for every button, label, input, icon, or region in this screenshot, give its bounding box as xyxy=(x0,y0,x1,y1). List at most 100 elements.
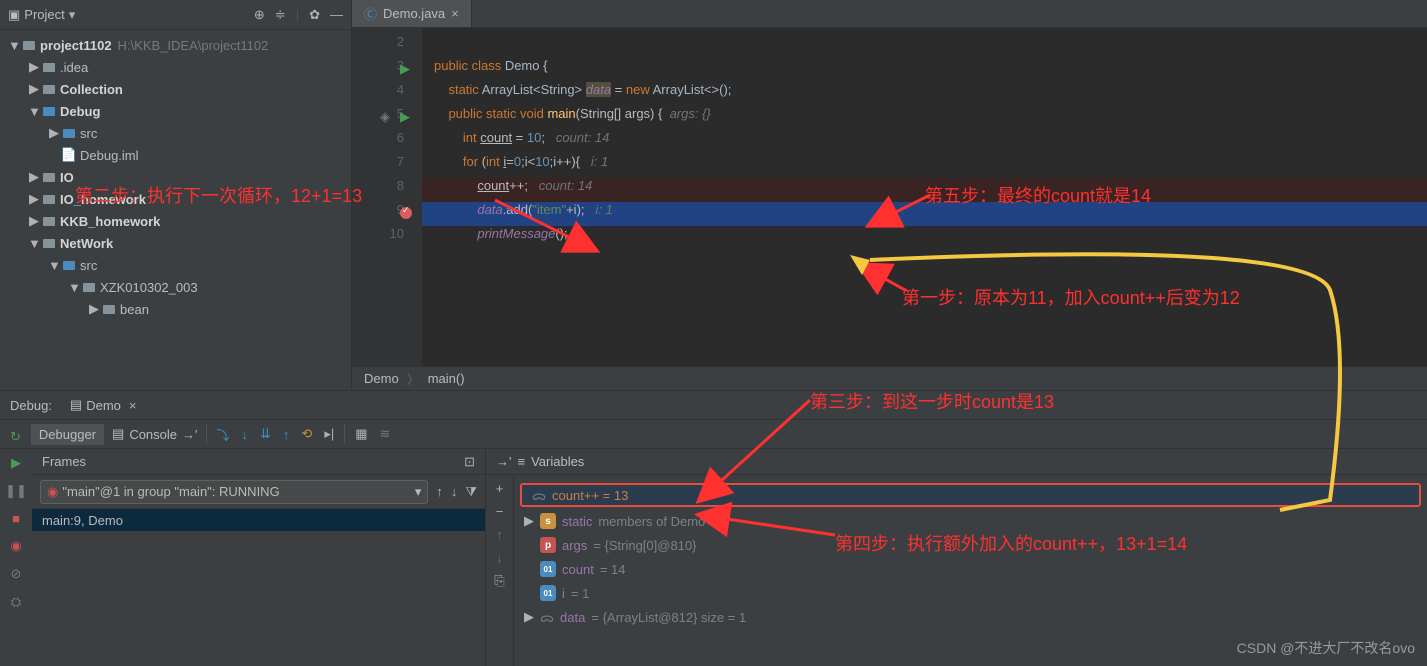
force-step-into-icon[interactable]: ⇊ xyxy=(260,426,271,442)
variable-item[interactable]: 01i = 1 xyxy=(514,581,1427,605)
editor-tab-demo[interactable]: Ⓒ Demo.java × xyxy=(352,0,472,27)
pause-icon[interactable]: ❚❚ xyxy=(5,483,27,499)
remove-watch-icon[interactable]: − xyxy=(496,504,504,519)
layout-icon[interactable]: →' xyxy=(496,454,511,469)
vars-icon: ≡ xyxy=(517,454,525,469)
console-tab[interactable]: ▤ Console →' xyxy=(104,423,205,445)
gear-icon[interactable]: ✿ xyxy=(309,7,320,23)
shield-icon: ◈ xyxy=(380,109,390,125)
debugger-tab[interactable]: Debugger xyxy=(31,424,104,445)
watch-icon: ᯅ xyxy=(540,608,554,626)
tree-item[interactable]: ▶Collection xyxy=(0,78,351,100)
gutter-line[interactable]: 5▶◈ xyxy=(352,106,422,130)
step-into-icon[interactable]: ↓ xyxy=(242,427,249,442)
tree-item[interactable]: ▶KKB_homework xyxy=(0,210,351,232)
filter-icon[interactable]: ⧩ xyxy=(465,484,477,500)
breadcrumb[interactable]: Demo 〉 main() xyxy=(352,366,1427,390)
variable-item[interactable]: pargs = {String[0]@810} xyxy=(514,533,1427,557)
debug-side-toolbar: ▶ ❚❚ ■ ◉ ⊘ ⛭ xyxy=(0,449,32,666)
debug-toolbar: ↻ Debugger ▤ Console →' ⤵ ↓ ⇊ ↑ ⟲ ▸| xyxy=(0,419,1427,449)
variable-item[interactable]: 01count = 14 xyxy=(514,557,1427,581)
expand-icon[interactable]: ≑ xyxy=(275,7,286,23)
gutter-line[interactable]: 7 xyxy=(352,154,422,178)
trace-icon[interactable]: ≋ xyxy=(380,426,391,442)
tree-item[interactable]: ▶.idea xyxy=(0,56,351,78)
divider: | xyxy=(296,7,299,23)
watermark: CSDN @不进大厂不改名ovo xyxy=(1237,638,1415,658)
dropdown-icon: ▾ xyxy=(415,484,422,500)
watch-icon: ᯅ xyxy=(532,486,546,504)
thread-icon: ◉ xyxy=(47,484,58,500)
copy-icon[interactable]: ⎘ xyxy=(494,573,504,589)
editor-body[interactable]: 2 3▶ 4 5▶◈ 6 7 8 9 10 public class Demo … xyxy=(352,28,1427,366)
restore-layout-icon[interactable]: ⊡ xyxy=(464,454,475,470)
variables-section: →' ≡ Variables + − ↑ ↓ ⎘ xyxy=(486,449,1427,666)
tree-item[interactable]: ▶IO_homework xyxy=(0,188,351,210)
run-to-cursor-icon[interactable]: ▸| xyxy=(324,426,334,442)
gutter[interactable]: 2 3▶ 4 5▶◈ 6 7 8 9 10 xyxy=(352,28,422,366)
tree-item[interactable]: ▼NetWork xyxy=(0,232,351,254)
tree-item[interactable]: 📄Debug.iml xyxy=(0,144,351,166)
frames-section: Frames ⊡ ◉ "main"@1 in group "main": RUN… xyxy=(32,449,486,666)
breadcrumb-method[interactable]: main() xyxy=(428,371,465,386)
settings-icon[interactable]: ⛭ xyxy=(11,594,21,610)
step-over-icon[interactable]: ⤵ xyxy=(217,425,230,444)
evaluate-icon[interactable]: ▦ xyxy=(355,426,367,442)
java-class-icon: Ⓒ xyxy=(364,4,377,23)
tab-filename: Demo.java xyxy=(383,6,445,21)
next-frame-icon[interactable]: ↓ xyxy=(451,484,458,499)
hide-icon[interactable]: — xyxy=(330,7,343,23)
tree-item[interactable]: ▶src xyxy=(0,122,351,144)
code-area[interactable]: public class Demo { static ArrayList<Str… xyxy=(422,28,1427,366)
run-gutter-icon[interactable]: ▶ xyxy=(400,109,410,125)
tree-root[interactable]: ▼ project1102 H:\KKB_IDEA\project1102 xyxy=(0,34,351,56)
down-icon[interactable]: ↓ xyxy=(496,550,503,565)
gutter-line[interactable]: 9 xyxy=(352,202,422,226)
project-tree[interactable]: ▼ project1102 H:\KKB_IDEA\project1102 ▶.… xyxy=(0,30,351,390)
debug-tool-window: Debug: ▤ Demo × ↻ Debugger ▤ Console →' xyxy=(0,390,1427,666)
tree-item[interactable]: ▶IO xyxy=(0,166,351,188)
resume-icon[interactable]: ▶ xyxy=(11,455,21,471)
gutter-line[interactable]: 3▶ xyxy=(352,58,422,82)
up-icon[interactable]: ↑ xyxy=(496,527,503,542)
console-icon: ▤ xyxy=(112,426,124,442)
breadcrumb-class[interactable]: Demo xyxy=(364,371,399,386)
stack-frame[interactable]: main:9, Demo xyxy=(32,509,485,531)
tree-item[interactable]: ▼XZK010302_003 xyxy=(0,276,351,298)
gutter-line[interactable]: 10 xyxy=(352,226,422,250)
watch-expression[interactable]: ᯅ count++ = 13 xyxy=(520,483,1421,507)
project-icon: ▣ xyxy=(8,7,20,23)
project-title: Project xyxy=(24,7,64,22)
prev-frame-icon[interactable]: ↑ xyxy=(436,484,443,499)
gutter-line[interactable]: 6 xyxy=(352,130,422,154)
mute-breakpoints-icon[interactable]: ⊘ xyxy=(11,566,22,582)
more-icon[interactable]: →' xyxy=(182,427,197,442)
thread-selector[interactable]: ◉ "main"@1 in group "main": RUNNING ▾ xyxy=(40,480,428,504)
vars-toolbar: + − ↑ ↓ ⎘ xyxy=(486,475,514,666)
gutter-line[interactable]: 4 xyxy=(352,82,422,106)
run-gutter-icon[interactable]: ▶ xyxy=(400,61,410,77)
editor-tabs: Ⓒ Demo.java × xyxy=(352,0,1427,28)
view-breakpoints-icon[interactable]: ◉ xyxy=(10,538,21,554)
tree-item[interactable]: ▼src xyxy=(0,254,351,276)
variable-item[interactable]: ▶sstatic members of Demo xyxy=(514,509,1427,533)
step-out-icon[interactable]: ↑ xyxy=(283,427,290,442)
new-watch-icon[interactable]: + xyxy=(496,481,504,496)
rerun-icon[interactable]: ↻ xyxy=(10,429,21,445)
debug-title: Debug: xyxy=(10,398,52,413)
tree-item[interactable]: ▼Debug xyxy=(0,100,351,122)
target-icon[interactable]: ⊕ xyxy=(254,7,265,23)
variable-item[interactable]: ▶ᯅdata = {ArrayList@812} size = 1 xyxy=(514,605,1427,629)
dropdown-arrow-icon[interactable]: ▾ xyxy=(69,7,76,23)
stop-icon[interactable]: ■ xyxy=(12,511,20,526)
close-tab-icon[interactable]: × xyxy=(451,6,459,21)
debug-config-tab[interactable]: ▤ Demo × xyxy=(62,395,145,415)
editor-area: Ⓒ Demo.java × 2 3▶ 4 5▶◈ 6 7 8 9 10 xyxy=(352,0,1427,390)
gutter-line[interactable]: 8 xyxy=(352,178,422,202)
vars-title: Variables xyxy=(531,454,584,469)
close-icon[interactable]: × xyxy=(129,398,137,413)
tree-item[interactable]: ▶bean xyxy=(0,298,351,320)
gutter-line[interactable]: 2 xyxy=(352,34,422,58)
drop-frame-icon[interactable]: ⟲ xyxy=(301,426,312,442)
breakpoint-icon[interactable] xyxy=(400,207,412,219)
